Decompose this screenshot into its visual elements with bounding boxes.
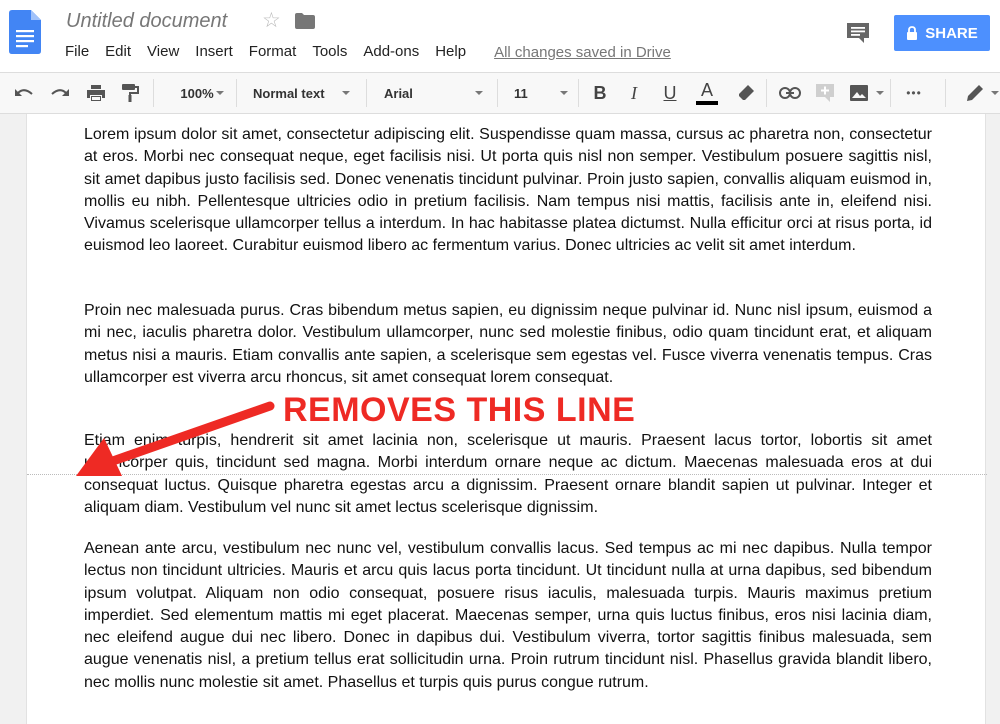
toolbar-separator — [766, 79, 767, 107]
highlight-button[interactable] — [734, 73, 758, 113]
image-icon — [850, 85, 868, 101]
toolbar-separator — [578, 79, 579, 107]
chevron-down-icon — [991, 91, 999, 95]
menu-edit[interactable]: Edit — [97, 43, 139, 61]
add-comment-icon — [816, 84, 834, 102]
comment-icon[interactable] — [846, 22, 870, 44]
menu-tools[interactable]: Tools — [304, 43, 355, 61]
docs-header: Untitled document ☆ File Edit View Inser… — [0, 0, 1000, 72]
google-docs-window: Untitled document ☆ File Edit View Inser… — [0, 0, 1000, 724]
save-status-link[interactable]: All changes saved in Drive — [494, 44, 671, 61]
formatting-toolbar: 100% Normal text Arial 11 B I U A ••• — [0, 72, 1000, 114]
toolbar-separator — [366, 79, 367, 107]
star-icon[interactable]: ☆ — [262, 9, 281, 33]
text-color-swatch — [696, 101, 718, 105]
chevron-down-icon — [560, 91, 568, 95]
folder-icon[interactable] — [295, 13, 315, 29]
share-button[interactable]: SHARE — [894, 15, 990, 51]
font-size-value: 11 — [514, 85, 528, 101]
paint-format-icon — [122, 84, 139, 102]
annotation-label: REMOVES THIS LINE — [283, 391, 636, 429]
menu-bar: File Edit View Insert Format Tools Add-o… — [57, 42, 671, 62]
text-color-label: A — [700, 80, 713, 100]
paragraph-2[interactable]: Proin nec malesuada purus. Cras bibendum… — [84, 300, 932, 389]
share-label: SHARE — [925, 24, 978, 42]
menu-addons[interactable]: Add-ons — [355, 43, 427, 61]
zoom-value: 100% — [180, 85, 214, 101]
annotation-arrow-icon — [76, 401, 275, 476]
redo-icon — [51, 89, 69, 96]
document-title[interactable]: Untitled document — [66, 10, 227, 33]
toolbar-separator — [497, 79, 498, 107]
link-icon — [779, 87, 801, 99]
paragraph-style-select[interactable]: Normal text — [253, 73, 353, 113]
highlight-icon — [739, 85, 754, 100]
toolbar-separator — [153, 79, 154, 107]
pencil-icon — [967, 85, 983, 101]
paragraph-4[interactable]: Aenean ante arcu, vestibulum nec nunc ve… — [84, 538, 932, 694]
toolbar-separator — [236, 79, 237, 107]
undo-icon — [15, 89, 33, 96]
lock-icon — [907, 26, 918, 40]
docs-icon[interactable] — [9, 10, 41, 54]
font-size-select[interactable]: 11 — [514, 73, 564, 113]
toolbar-separator — [890, 79, 891, 107]
paragraph-1[interactable]: Lorem ipsum dolor sit amet, consectetur … — [84, 124, 932, 258]
chevron-down-icon — [475, 91, 483, 95]
menu-format[interactable]: Format — [241, 43, 305, 61]
style-value: Normal text — [253, 85, 325, 101]
paint-format-button[interactable] — [116, 73, 144, 113]
font-value: Arial — [384, 85, 413, 101]
undo-button[interactable] — [10, 73, 38, 113]
menu-help[interactable]: Help — [427, 43, 474, 61]
editing-mode-button[interactable] — [962, 73, 988, 113]
more-button[interactable]: ••• — [900, 73, 928, 113]
font-family-select[interactable]: Arial — [384, 73, 484, 113]
toolbar-separator — [945, 79, 946, 107]
insert-image-button[interactable] — [846, 73, 872, 113]
bold-button[interactable]: B — [588, 73, 612, 113]
menu-file[interactable]: File — [57, 43, 97, 61]
chevron-down-icon — [342, 91, 350, 95]
text-color-button[interactable]: A — [694, 73, 720, 113]
print-button[interactable] — [82, 73, 110, 113]
add-comment-button[interactable] — [812, 73, 838, 113]
underline-button[interactable]: U — [658, 73, 682, 113]
insert-link-button[interactable] — [776, 73, 804, 113]
menu-insert[interactable]: Insert — [187, 43, 241, 61]
chevron-down-icon — [876, 91, 884, 95]
print-icon — [87, 85, 105, 101]
redo-button[interactable] — [46, 73, 74, 113]
chevron-down-icon — [216, 91, 224, 95]
italic-button[interactable]: I — [622, 73, 646, 113]
menu-view[interactable]: View — [139, 43, 187, 61]
